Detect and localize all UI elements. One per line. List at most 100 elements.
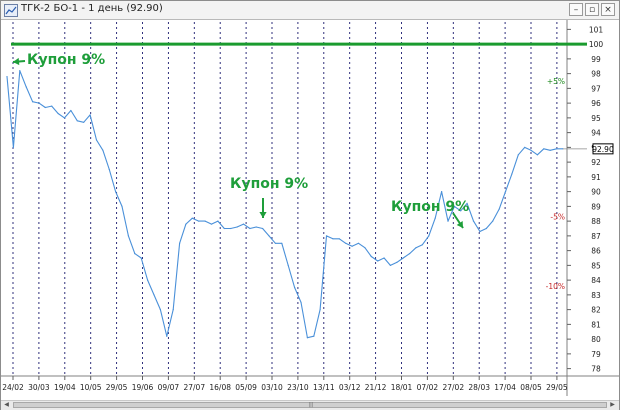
price-data-point xyxy=(428,235,430,237)
price-data-point xyxy=(524,146,526,148)
price-data-point xyxy=(517,154,519,156)
price-data-point xyxy=(32,101,34,103)
price-data-point xyxy=(287,264,289,266)
y-tick-label: 95 xyxy=(591,114,601,123)
x-tick-label: 19/04 xyxy=(54,383,76,392)
percent-marker-label: -5% xyxy=(550,213,565,222)
scroll-thumb[interactable]: ||| xyxy=(13,402,607,408)
price-data-point xyxy=(38,102,40,104)
x-tick-label: 17/04 xyxy=(494,383,516,392)
x-tick-label: 03/10 xyxy=(261,383,283,392)
x-tick-label: 27/02 xyxy=(442,383,464,392)
price-data-point xyxy=(421,244,423,246)
price-data-point xyxy=(95,139,98,141)
price-data-point xyxy=(530,149,532,151)
price-data-point xyxy=(338,238,340,240)
price-data-point xyxy=(223,227,225,230)
y-tick-label: 83 xyxy=(591,291,601,300)
price-data-point xyxy=(236,226,238,228)
price-data-point xyxy=(121,205,123,207)
chart-area[interactable]: 24/02 30/03 19/04 10/05 29/05 19/06 09/07 27/07… xyxy=(1,20,619,400)
title-bar[interactable]: ТГК-2 БО-1 - 1 день (92.90) – ▫ × xyxy=(1,1,619,20)
x-tick-label: 24/02 xyxy=(2,383,24,392)
price-data-point xyxy=(242,223,245,225)
price-data-point xyxy=(511,173,513,175)
x-tick-label: 05/09 xyxy=(235,383,257,392)
price-data-point xyxy=(415,247,417,249)
x-tick-label: 08/05 xyxy=(520,383,542,392)
chart-window-icon xyxy=(4,4,18,17)
price-data-point xyxy=(319,309,321,311)
price-data-point xyxy=(57,112,59,115)
price-data-point xyxy=(76,120,78,122)
price-data-point xyxy=(325,235,328,237)
x-tick-label: 10/05 xyxy=(80,383,102,392)
minimize-icon[interactable]: – xyxy=(569,3,583,16)
price-data-point xyxy=(166,335,168,337)
x-tick-label: 19/06 xyxy=(132,383,154,392)
price-data-point xyxy=(345,242,347,244)
y-tick-label: 92 xyxy=(591,158,601,167)
plot-background xyxy=(4,22,567,376)
price-data-point xyxy=(115,191,117,193)
price-data-point xyxy=(447,220,449,222)
price-data-point xyxy=(504,191,507,193)
y-tick-label: 96 xyxy=(591,99,601,108)
coupon-annotation: Купон 9% xyxy=(391,199,469,215)
y-tick-label: 84 xyxy=(591,276,601,285)
price-data-point xyxy=(300,301,302,303)
scroll-right-icon[interactable]: ▶ xyxy=(608,401,617,409)
price-data-point xyxy=(140,257,142,259)
y-tick-label: 101 xyxy=(589,25,604,34)
price-data-point xyxy=(396,261,398,263)
price-data-point xyxy=(332,238,334,240)
price-data-point xyxy=(402,257,404,259)
x-tick-label: 16/08 xyxy=(209,383,231,392)
y-tick-label: 98 xyxy=(591,70,601,79)
price-data-point xyxy=(472,220,475,222)
price-data-point xyxy=(492,220,494,222)
price-data-point xyxy=(83,121,85,123)
price-data-point xyxy=(549,149,551,151)
maximize-icon[interactable]: ▫ xyxy=(585,3,599,16)
price-data-point xyxy=(44,106,46,109)
y-tick-label: 85 xyxy=(591,261,601,270)
price-data-point xyxy=(498,208,500,210)
price-data-point xyxy=(536,154,539,156)
price-data-point xyxy=(70,109,72,112)
price-data-point xyxy=(556,148,558,150)
chart-window: ТГК-2 БО-1 - 1 день (92.90) – ▫ × 24/02 3… xyxy=(0,0,620,410)
x-tick-label: 27/07 xyxy=(183,383,205,392)
y-tick-label: 88 xyxy=(591,217,601,226)
scroll-left-icon[interactable]: ◀ xyxy=(2,401,11,409)
price-data-point xyxy=(383,257,385,259)
x-tick-label: 29/05 xyxy=(106,383,128,392)
price-data-point xyxy=(313,335,315,337)
price-data-point xyxy=(370,255,372,258)
percent-marker-label: +5% xyxy=(547,77,565,86)
price-data-point xyxy=(102,149,104,151)
price-data-point xyxy=(134,253,136,255)
price-data-point xyxy=(89,114,91,116)
price-data-point xyxy=(185,223,187,225)
price-data-point xyxy=(441,191,443,193)
y-tick-label: 86 xyxy=(591,247,601,256)
price-data-point xyxy=(274,242,276,244)
coupon-annotation: Купон 9% xyxy=(230,176,308,192)
price-data-point xyxy=(6,76,8,78)
y-tick-label: 99 xyxy=(591,55,601,64)
horizontal-scrollbar[interactable]: ◀ ||| ▶ xyxy=(1,400,619,410)
price-data-point xyxy=(108,168,110,171)
y-tick-label: 91 xyxy=(591,173,601,182)
price-data-point xyxy=(281,242,283,244)
price-data-point xyxy=(51,105,53,107)
price-data-point xyxy=(364,247,366,249)
x-tick-label: 21/12 xyxy=(365,383,387,392)
price-data-point xyxy=(127,235,129,237)
close-icon[interactable]: × xyxy=(601,3,615,16)
price-data-point xyxy=(179,242,181,244)
price-data-point xyxy=(306,337,308,339)
price-data-point xyxy=(479,230,481,233)
price-data-point xyxy=(434,217,436,219)
price-data-point xyxy=(351,245,353,247)
